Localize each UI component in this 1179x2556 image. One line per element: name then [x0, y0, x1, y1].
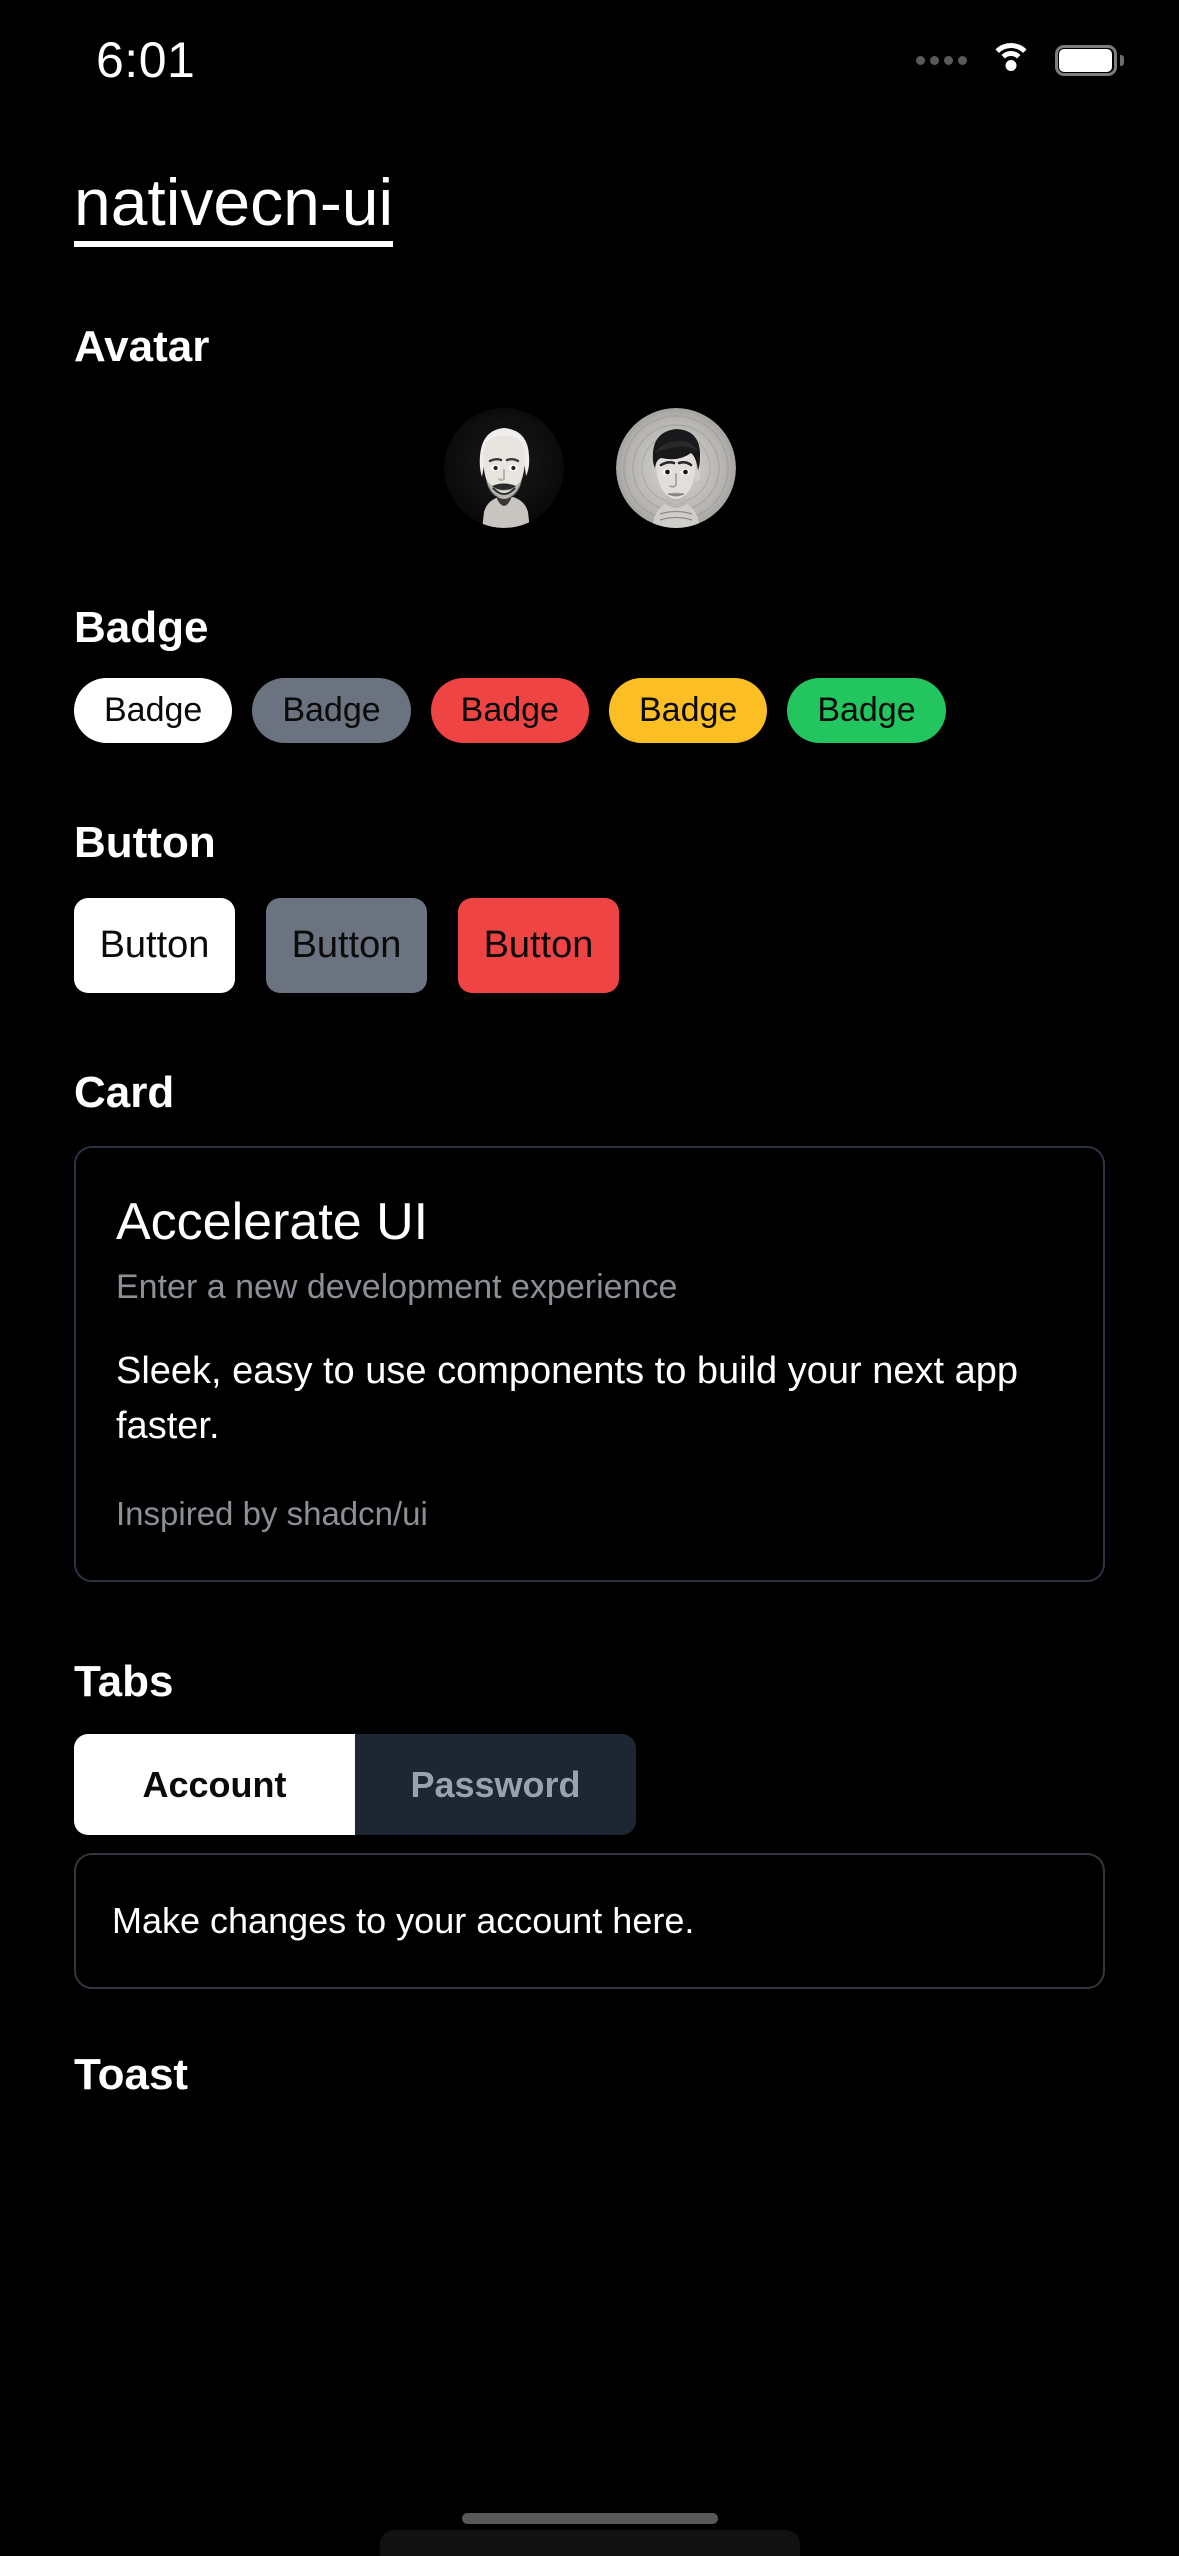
button-secondary[interactable]: Button: [266, 897, 427, 994]
badge-row: Badge Badge Badge Badge Badge: [74, 678, 1179, 744]
card-footer: Inspired by shadcn/ui: [116, 1494, 428, 1532]
wifi-icon: [989, 43, 1033, 77]
badge-warning[interactable]: Badge: [608, 678, 768, 744]
bottom-sheet-handle[interactable]: [379, 2530, 800, 2556]
tab-password[interactable]: Password: [355, 1733, 636, 1836]
avatar-photo-man-smiling[interactable]: [443, 407, 564, 528]
status-time: 6:01: [96, 32, 196, 88]
button-row: Button Button Button: [74, 897, 1179, 994]
page-content: nativecn-ui Avatar Badge Badge Badge Bad…: [0, 120, 1179, 2099]
section-title-toast: Toast: [74, 2049, 189, 2099]
section-title-card: Card: [74, 1068, 175, 1118]
card-body: Sleek, easy to use components to build y…: [116, 1349, 1018, 1447]
badge-secondary[interactable]: Badge: [252, 678, 411, 744]
section-badge: Badge Badge Badge Badge Badge Badge: [0, 602, 1179, 744]
section-title-avatar: Avatar: [74, 322, 210, 372]
section-title-badge: Badge: [74, 602, 209, 652]
tabs-row: Account Password: [74, 1733, 1179, 1836]
badge-destructive[interactable]: Badge: [430, 678, 589, 744]
section-title-tabs: Tabs: [74, 1656, 174, 1706]
tab-panel-account: Make changes to your account here.: [74, 1853, 1105, 1989]
section-avatar: Avatar: [0, 322, 1179, 528]
battery-full-icon: [1055, 44, 1124, 76]
card-subtitle: Enter a new development experience: [116, 1268, 678, 1306]
status-indicators: [916, 43, 1124, 77]
avatar-row: [0, 407, 1179, 528]
card: Accelerate UI Enter a new development ex…: [74, 1145, 1105, 1582]
card-heading: Accelerate UI: [116, 1192, 429, 1251]
section-button: Button Button Button Button: [0, 818, 1179, 994]
section-tabs: Tabs Account Password Make changes to yo…: [0, 1656, 1179, 1989]
section-card: Card Accelerate UI Enter a new developme…: [0, 1068, 1179, 1582]
badge-success[interactable]: Badge: [787, 678, 946, 744]
signal-dots-icon: [916, 55, 967, 65]
home-indicator[interactable]: [461, 2513, 718, 2524]
section-title-button: Button: [74, 818, 216, 868]
badge-default[interactable]: Badge: [74, 678, 233, 744]
status-bar: 6:01: [0, 0, 1179, 120]
phone-screen: 6:01 nativecn-ui Avatar Badge Badge Badg…: [0, 0, 1179, 2556]
button-default[interactable]: Button: [74, 897, 235, 994]
avatar-illustration-young-man[interactable]: [615, 407, 736, 528]
tab-account[interactable]: Account: [74, 1733, 355, 1836]
page-title: nativecn-ui: [74, 167, 394, 248]
button-destructive[interactable]: Button: [458, 897, 619, 994]
